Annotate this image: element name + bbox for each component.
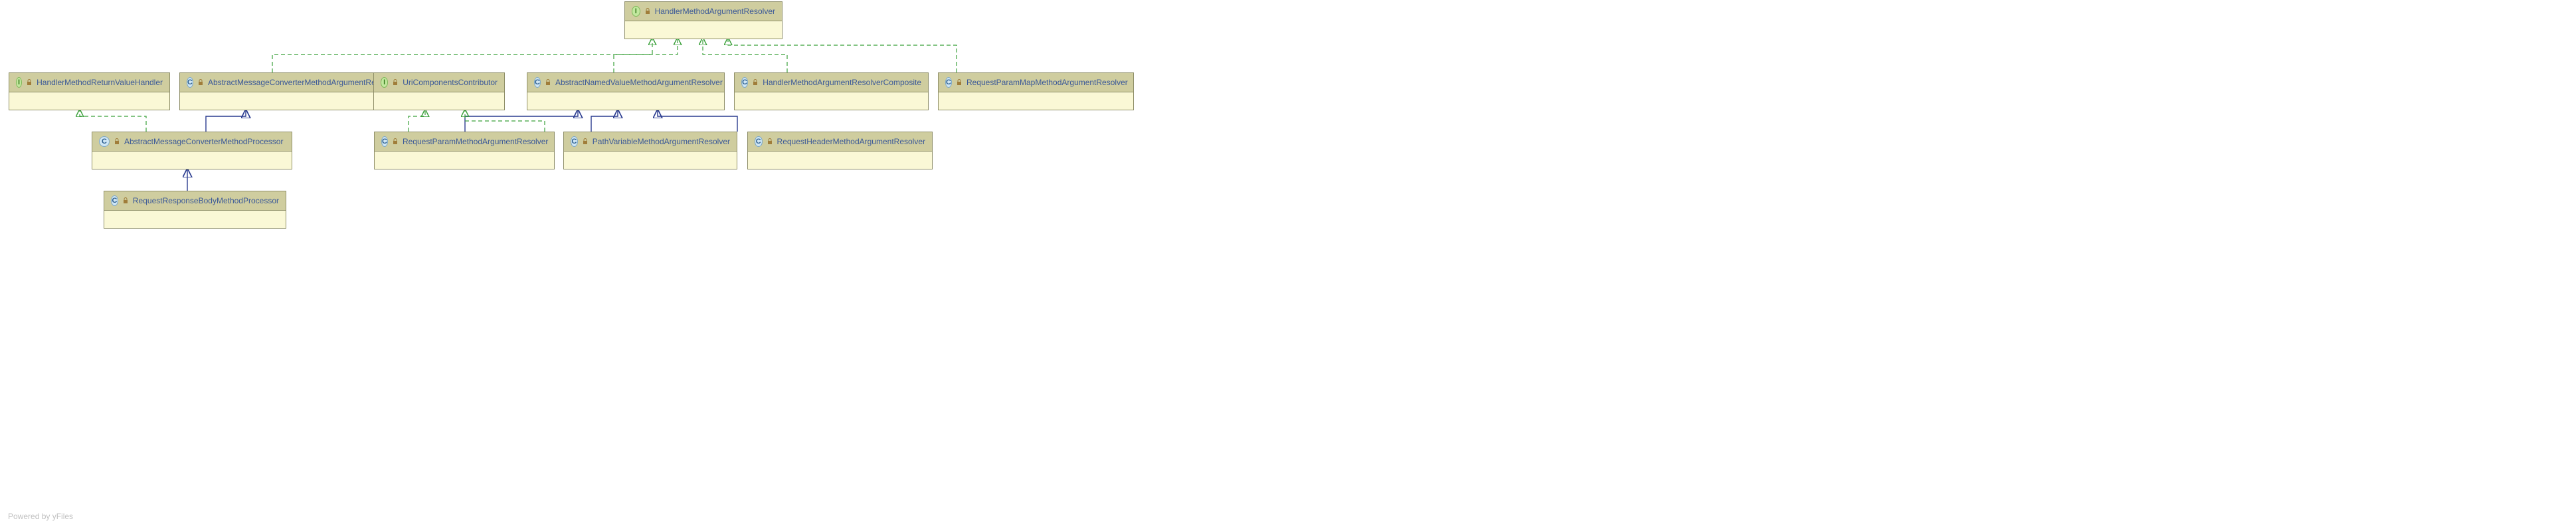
node-name: HandlerMethodReturnValueHandler [37,78,163,87]
node-request-param-map-method-argument-resolver[interactable]: RequestParamMapMethodArgumentResolver [938,72,1134,110]
lock-icon [767,138,773,145]
node-name: RequestParamMethodArgumentResolver [403,137,548,146]
class-icon [534,77,541,88]
node-path-variable-method-argument-resolver[interactable]: PathVariableMethodArgumentResolver [563,132,737,169]
lock-icon [197,79,204,86]
node-name: PathVariableMethodArgumentResolver [593,137,730,146]
class-icon [187,77,193,88]
node-abstract-message-converter-method-processor[interactable]: AbstractMessageConverterMethodProcessor [92,132,292,169]
node-uri-components-contributor[interactable]: UriComponentsContributor [373,72,505,110]
node-name: RequestResponseBodyMethodProcessor [133,196,279,205]
class-icon [99,136,110,147]
lock-icon [114,138,120,145]
node-handler-method-return-value-handler[interactable]: HandlerMethodReturnValueHandler [9,72,170,110]
class-icon [111,195,118,206]
node-name: HandlerMethodArgumentResolverComposite [763,78,921,87]
node-abstract-named-value-method-argument-resolver[interactable]: AbstractNamedValueMethodArgumentResolver [527,72,725,110]
class-icon [571,136,578,147]
node-name: HandlerMethodArgumentResolver [655,7,775,16]
node-name: AbstractMessageConverterMethodArgumentRe… [208,78,397,87]
node-name: AbstractMessageConverterMethodProcessor [124,137,283,146]
node-request-param-method-argument-resolver[interactable]: RequestParamMethodArgumentResolver [374,132,555,169]
class-icon [741,77,748,88]
node-name: UriComponentsContributor [403,78,498,87]
lock-icon [752,79,759,86]
lock-icon [392,79,399,86]
node-name: RequestParamMapMethodArgumentResolver [966,78,1128,87]
lock-icon [122,197,129,204]
node-name: RequestHeaderMethodArgumentResolver [777,137,925,146]
node-abstract-message-converter-method-argument-resolver[interactable]: AbstractMessageConverterMethodArgumentRe… [179,72,402,110]
node-handler-method-argument-resolver[interactable]: HandlerMethodArgumentResolver [624,1,782,39]
node-request-response-body-method-processor[interactable]: RequestResponseBodyMethodProcessor [104,191,286,229]
lock-icon [582,138,589,145]
footer-credits: Powered by yFiles [8,512,73,521]
lock-icon [956,79,963,86]
node-handler-method-argument-resolver-composite[interactable]: HandlerMethodArgumentResolverComposite [734,72,929,110]
interface-icon [381,77,388,88]
lock-icon [392,138,399,145]
class-icon [755,136,763,147]
interface-icon [16,77,22,88]
node-name: AbstractNamedValueMethodArgumentResolver [555,78,723,87]
lock-icon [26,79,33,86]
lock-icon [644,8,651,15]
class-icon [945,77,952,88]
lock-icon [545,79,551,86]
interface-icon [632,6,640,17]
node-request-header-method-argument-resolver[interactable]: RequestHeaderMethodArgumentResolver [747,132,933,169]
class-icon [381,136,388,147]
